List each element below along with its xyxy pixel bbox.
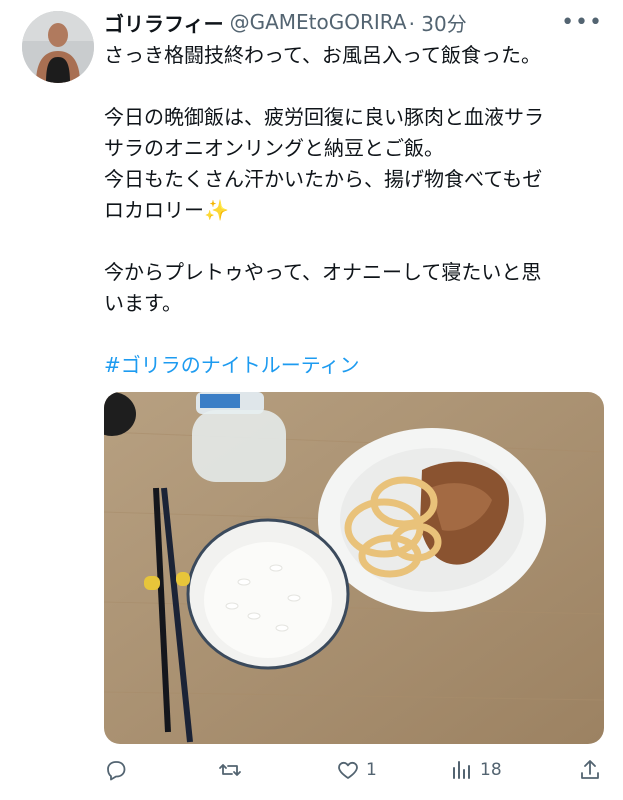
like-button[interactable]: 1 [336,758,377,782]
text-line: います。 [104,291,182,315]
like-count: 1 [366,760,377,780]
text-line: サラのオニオンリングと納豆とご飯。 [104,136,444,160]
text-line: 今日の晩御飯は、疲労回復に良い豚肉と血液サラ [104,105,544,129]
timestamp[interactable]: · 30分 [409,8,467,37]
tweet-header: ゴリラフィー @GAMEtoGORIRA · 30分 ••• [104,8,603,36]
display-name[interactable]: ゴリラフィー [104,8,224,37]
views-count: 18 [480,760,502,780]
share-icon [581,760,599,779]
paragraph-3: 今からプレトゥやって、オナニーして寝たいと思 います。 [104,257,604,319]
heart-icon [338,761,358,779]
action-bar: 1 18 [104,752,604,788]
paragraph-1: さっき格闘技終わって、お風呂入って飯食った。 [104,40,604,71]
reply-button[interactable] [104,758,128,782]
tweet-photo[interactable] [104,392,604,744]
text-line: 今日もたくさん汗かいたから、揚げ物食べてもゼ [104,167,543,191]
text-line: ロカロリー✨ [104,198,229,222]
food-photo-image [104,392,604,744]
avatar[interactable] [22,11,94,83]
retweet-button[interactable] [218,758,242,782]
views-button[interactable]: 18 [450,758,502,782]
user-handle[interactable]: @GAMEtoGORIRA [230,10,407,34]
reply-icon [107,761,126,781]
tweet-text: さっき格闘技終わって、お風呂入って飯食った。 今日の晩御飯は、疲労回復に良い豚肉… [104,40,604,381]
paragraph-2: 今日の晩御飯は、疲労回復に良い豚肉と血液サラ サラのオニオンリングと納豆とご飯。… [104,102,604,226]
share-button[interactable] [578,758,602,782]
text-line: 今からプレトゥやって、オナニーして寝たいと思 [104,260,542,284]
retweet-icon [219,764,241,776]
avatar-image [22,11,94,83]
text-line: さっき格闘技終わって、お風呂入って飯食った。 [104,43,541,67]
bar-chart-icon [453,761,470,779]
more-horizontal-icon[interactable]: ••• [561,10,603,35]
hashtag-link[interactable]: #ゴリラのナイトルーティン [104,350,604,381]
